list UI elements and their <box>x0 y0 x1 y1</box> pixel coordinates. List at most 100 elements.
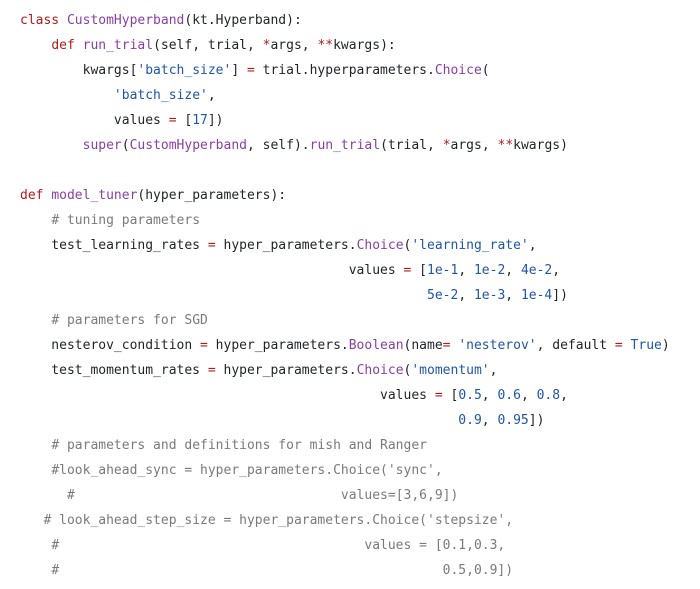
code-token-comment: # parameters and definitions for mish an… <box>51 438 427 453</box>
code-token-keyword: ** <box>497 138 514 153</box>
code-line: #look_ahead_sync = hyper_parameters.Choi… <box>20 458 670 483</box>
code-token-default: ]) <box>207 113 224 128</box>
code-token-default: , <box>458 263 474 278</box>
code-line: # parameters for SGD <box>20 308 670 333</box>
code-token-number: 0.5 <box>458 388 482 403</box>
code-token-default: kwargs) <box>513 138 568 153</box>
code-token-default <box>20 138 83 153</box>
code-token-keyword: = <box>614 338 623 353</box>
code-token-default <box>20 213 51 228</box>
code-token-default: (trial, <box>380 138 443 153</box>
code-token-number: 1e-3 <box>473 288 506 303</box>
code-token-comment: # 0.5,0.9]) <box>51 563 514 578</box>
code-block: class CustomHyperband(kt.Hyperband): def… <box>20 8 670 583</box>
code-token-default <box>20 463 51 478</box>
code-token-keyword: def <box>51 38 83 53</box>
code-token-comment: # values=[3,6,9]) <box>66 488 459 503</box>
code-token-default: , <box>489 363 498 378</box>
code-token-keyword: = <box>442 338 451 353</box>
code-token-builtin: Choice <box>434 63 482 78</box>
code-token-builtin: run_trial <box>309 138 381 153</box>
code-token-number: 1e-4 <box>520 288 553 303</box>
code-token-default: ( <box>121 138 130 153</box>
code-token-default <box>20 488 67 503</box>
code-token-keyword: = <box>434 388 443 403</box>
code-token-default: , <box>481 388 498 403</box>
code-line: values = [1e-1, 1e-2, 4e-2, <box>20 258 670 283</box>
code-token-number: 0.9 <box>458 413 482 428</box>
code-line: values = [0.5, 0.6, 0.8, <box>20 383 670 408</box>
code-line: test_learning_rates = hyper_parameters.C… <box>20 233 670 258</box>
code-token-keyword: = <box>207 238 216 253</box>
code-token-default: [ <box>411 263 427 278</box>
code-token-default <box>623 338 631 353</box>
code-token-comment: #look_ahead_sync = hyper_parameters.Choi… <box>51 463 443 478</box>
code-line: nesterov_condition = hyper_parameters.Bo… <box>20 333 670 358</box>
code-token-builtin: CustomHyperband <box>66 13 185 28</box>
code-token-default <box>20 513 43 528</box>
code-token-keyword: = <box>200 338 208 353</box>
code-token-default: , <box>560 388 568 403</box>
code-token-default: (name <box>403 338 443 353</box>
code-token-default <box>20 563 51 578</box>
code-token-number: 0.95 <box>497 413 529 428</box>
code-token-default: hyper_parameters. <box>207 338 349 353</box>
code-token-default: test_learning_rates <box>20 238 208 253</box>
code-token-default: (self, trial, <box>153 38 263 53</box>
code-line: 0.9, 0.95]) <box>20 408 670 433</box>
code-token-default: ] <box>231 63 247 78</box>
code-token-builtin: run_trial <box>82 38 154 53</box>
code-line: test_momentum_rates = hyper_parameters.C… <box>20 358 670 383</box>
code-token-default <box>20 38 51 53</box>
code-line: def model_tuner(hyper_parameters): <box>20 183 670 208</box>
code-token-default: trial.hyperparameters. <box>254 63 435 78</box>
code-line: # 0.5,0.9]) <box>20 558 670 583</box>
code-token-default <box>20 288 427 303</box>
code-token-keyword: = <box>246 63 255 78</box>
code-token-builtin: Boolean <box>348 338 404 353</box>
code-token-default: values <box>20 388 435 403</box>
code-token-default <box>20 88 114 103</box>
code-line: kwargs['batch_size'] = trial.hyperparame… <box>20 58 670 83</box>
code-token-default: , <box>528 238 537 253</box>
code-token-number: 0.6 <box>497 388 521 403</box>
code-token-default: , <box>481 413 498 428</box>
code-line: # values=[3,6,9]) <box>20 483 670 508</box>
code-token-default: kwargs): <box>333 38 396 53</box>
code-token-number: 5e-2 <box>427 288 459 303</box>
code-token-default: ]) <box>528 413 545 428</box>
code-token-string: 'batch_size' <box>113 88 208 103</box>
code-token-keyword: = <box>207 363 216 378</box>
code-line: # values = [0.1,0.3, <box>20 533 670 558</box>
code-line: def run_trial(self, trial, *args, **kwar… <box>20 33 670 58</box>
code-token-comment: # values = [0.1,0.3, <box>51 538 506 553</box>
code-token-default: ) <box>661 338 670 353</box>
code-token-string: 'momentum' <box>411 363 490 378</box>
code-token-keyword: ** <box>317 38 334 53</box>
code-token-default: , <box>505 288 521 303</box>
code-token-string: 'nesterov' <box>458 338 537 353</box>
code-line: # tuning parameters <box>20 208 670 233</box>
code-token-default <box>20 313 51 328</box>
code-line: # look_ahead_step_size = hyper_parameter… <box>20 508 670 533</box>
code-token-default: (hyper_parameters): <box>137 188 287 203</box>
code-token-default: args, <box>270 38 318 53</box>
code-token-default: values <box>20 113 169 128</box>
code-token-number: 1e-1 <box>427 263 459 278</box>
code-line: 5e-2, 1e-3, 1e-4]) <box>20 283 670 308</box>
code-token-default: , <box>552 263 561 278</box>
code-line: values = [17]) <box>20 108 670 133</box>
code-line: 'batch_size', <box>20 83 670 108</box>
code-token-string: 'learning_rate' <box>411 238 529 253</box>
code-token-builtin: Choice <box>356 238 404 253</box>
code-token-default: nesterov_condition <box>20 338 201 353</box>
code-token-number: 1e-2 <box>473 263 506 278</box>
code-token-number: 17 <box>192 113 208 128</box>
code-token-default: [ <box>442 388 459 403</box>
code-token-default: , default <box>536 338 615 353</box>
code-token-builtin: super <box>82 138 122 153</box>
code-token-builtin: CustomHyperband <box>129 138 247 153</box>
code-token-default <box>20 538 51 553</box>
code-token-default: kwargs[ <box>20 63 138 78</box>
